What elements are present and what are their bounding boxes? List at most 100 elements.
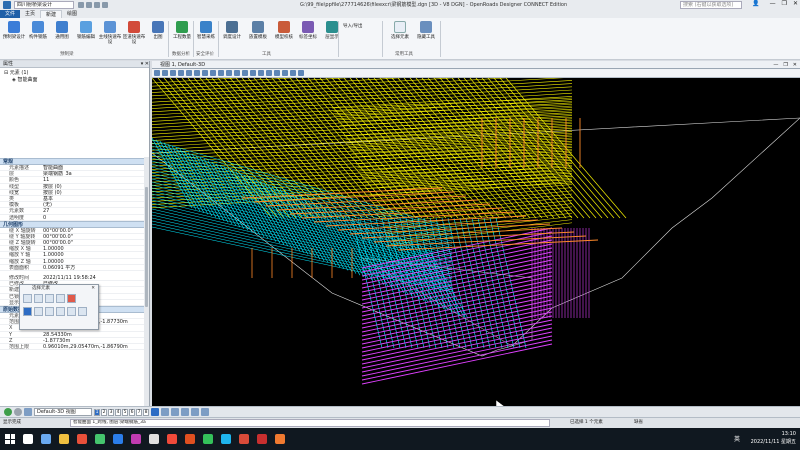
clear-icon[interactable] (67, 307, 76, 316)
app-icon[interactable] (239, 434, 249, 444)
view-close-button[interactable]: ✕ (793, 61, 797, 69)
minimize-button[interactable]: — (770, 0, 776, 7)
rotate-icon[interactable] (194, 70, 200, 76)
property-value[interactable]: 智能曲面 (40, 165, 149, 170)
maximize-button[interactable]: ❐ (782, 0, 787, 7)
panel-scrollbar[interactable] (144, 157, 149, 406)
view-dropdown[interactable]: Default-3D 视图 (34, 408, 92, 416)
fly-icon[interactable] (298, 70, 304, 76)
zoom-in-icon[interactable] (162, 70, 168, 76)
forward-icon[interactable] (14, 408, 22, 416)
tab-file[interactable]: 文件 (0, 10, 21, 18)
property-value[interactable]: 2022/11/11 19:58:24 (40, 275, 149, 280)
shape-select-icon[interactable] (67, 294, 76, 303)
print-icon[interactable] (102, 2, 108, 8)
zoom-out-icon[interactable] (170, 70, 176, 76)
render-icon[interactable] (242, 70, 248, 76)
display-style-icon[interactable] (226, 70, 232, 76)
pan-icon[interactable] (202, 70, 208, 76)
section-icon[interactable] (258, 70, 264, 76)
property-value[interactable]: -1.87730m (40, 338, 149, 343)
add-icon[interactable] (34, 307, 43, 316)
input-method-indicator[interactable]: 英 (734, 434, 740, 443)
app-icon[interactable] (3, 1, 11, 9)
property-value[interactable]: 0 (40, 215, 149, 220)
subtract-icon[interactable] (45, 307, 54, 316)
section-general[interactable]: 常规 (0, 158, 149, 165)
ribbon-button[interactable]: 智慧采练 (194, 21, 218, 40)
property-value[interactable]: 梁端钢筋_3a (40, 171, 149, 176)
fit-view-icon[interactable] (186, 70, 192, 76)
ribbon-button[interactable]: 通用图 (50, 21, 74, 40)
property-value[interactable]: 基本 (40, 196, 149, 201)
property-value[interactable]: (无) (40, 202, 149, 207)
select-element-button[interactable]: 选择元素 (388, 21, 412, 40)
user-icon[interactable]: 👤 (752, 0, 759, 7)
clip-volume-icon[interactable] (234, 70, 240, 76)
rebar-model-drawing[interactable] (152, 78, 800, 406)
property-value[interactable]: 00°00'00.0" (40, 240, 149, 245)
section-geometry[interactable]: 几何图形 (0, 220, 149, 228)
arrow-select-icon[interactable] (23, 307, 32, 316)
scrollbar-thumb[interactable] (145, 187, 148, 307)
model-canvas[interactable] (152, 78, 800, 406)
property-value[interactable]: 1.00000 (40, 246, 149, 251)
view-2-button[interactable]: 2 (101, 408, 107, 416)
edge-icon[interactable] (113, 434, 123, 444)
task-view-icon[interactable] (41, 434, 51, 444)
line-select-icon[interactable] (56, 294, 65, 303)
tab-draw[interactable]: 绘图 (62, 10, 82, 18)
close-icon[interactable]: ✕ (91, 285, 95, 292)
accudraw-icon[interactable] (161, 408, 169, 416)
file-explorer-icon[interactable] (59, 434, 69, 444)
ribbon-button[interactable]: 工程数量 (170, 21, 194, 40)
system-clock[interactable]: 13:10 2022/11/11 星期五 (751, 430, 796, 446)
start-button[interactable] (5, 434, 15, 444)
grid-icon[interactable] (201, 408, 209, 416)
search-icon[interactable] (23, 434, 33, 444)
tab-home[interactable]: 主页 (20, 10, 40, 18)
undo-icon[interactable] (86, 2, 92, 8)
panel-controls[interactable]: ▾ ✕ (141, 61, 149, 67)
measure-icon[interactable] (171, 408, 179, 416)
app-icon[interactable] (203, 434, 213, 444)
ribbon-button[interactable]: 构件钢筋 (26, 21, 50, 40)
ribbon-button[interactable]: 出图 (146, 21, 170, 40)
import-export-button[interactable]: 导入/导出 (343, 23, 363, 29)
app-icon[interactable] (149, 434, 159, 444)
property-value[interactable]: 1.00000 (40, 259, 149, 264)
view-4-button[interactable]: 4 (115, 408, 121, 416)
invert-icon[interactable] (56, 307, 65, 316)
app-icon[interactable] (221, 434, 231, 444)
ribbon-button[interactable]: 调度设计 (220, 21, 244, 40)
ribbon-button[interactable]: 钢筋编辑 (74, 21, 98, 40)
property-value[interactable]: 00°00'00.0" (40, 228, 149, 233)
view-previous-icon[interactable] (210, 70, 216, 76)
view-7-button[interactable]: 7 (136, 408, 142, 416)
app-icon[interactable] (185, 434, 195, 444)
property-value[interactable]: 28.54330m (40, 332, 149, 337)
tab-new[interactable]: 新建 (40, 10, 63, 18)
ribbon-button[interactable]: 主线快速布设 (98, 21, 122, 45)
property-value[interactable]: 27 (40, 208, 149, 213)
back-icon[interactable] (4, 408, 12, 416)
view-title-bar[interactable]: 视图 1, Default-3D — ❐ ✕ (152, 61, 800, 69)
toolbox-title[interactable]: 选择元素 ✕ (20, 285, 98, 292)
snap-icon[interactable] (151, 408, 159, 416)
options-icon[interactable] (78, 307, 87, 316)
ribbon-button[interactable]: 族置模板 (246, 21, 270, 40)
ribbon-button[interactable]: 匝道快速布设 (122, 21, 146, 45)
view-maximize-button[interactable]: ❐ (783, 61, 787, 69)
view-minimize-button[interactable]: — (773, 61, 778, 69)
circle-select-icon[interactable] (45, 294, 54, 303)
shadow-icon[interactable] (282, 70, 288, 76)
app-icon[interactable] (257, 434, 267, 444)
view-next-icon[interactable] (218, 70, 224, 76)
window-area-icon[interactable] (178, 70, 184, 76)
redo-icon[interactable] (94, 2, 100, 8)
rectangle-select-icon[interactable] (34, 294, 43, 303)
circle-tool-icon[interactable] (181, 408, 189, 416)
workspace-dropdown[interactable]: 四川射桥梁设计 (14, 1, 74, 9)
view-1-button[interactable]: 1 (94, 408, 100, 416)
property-value[interactable]: 11 (40, 177, 149, 182)
